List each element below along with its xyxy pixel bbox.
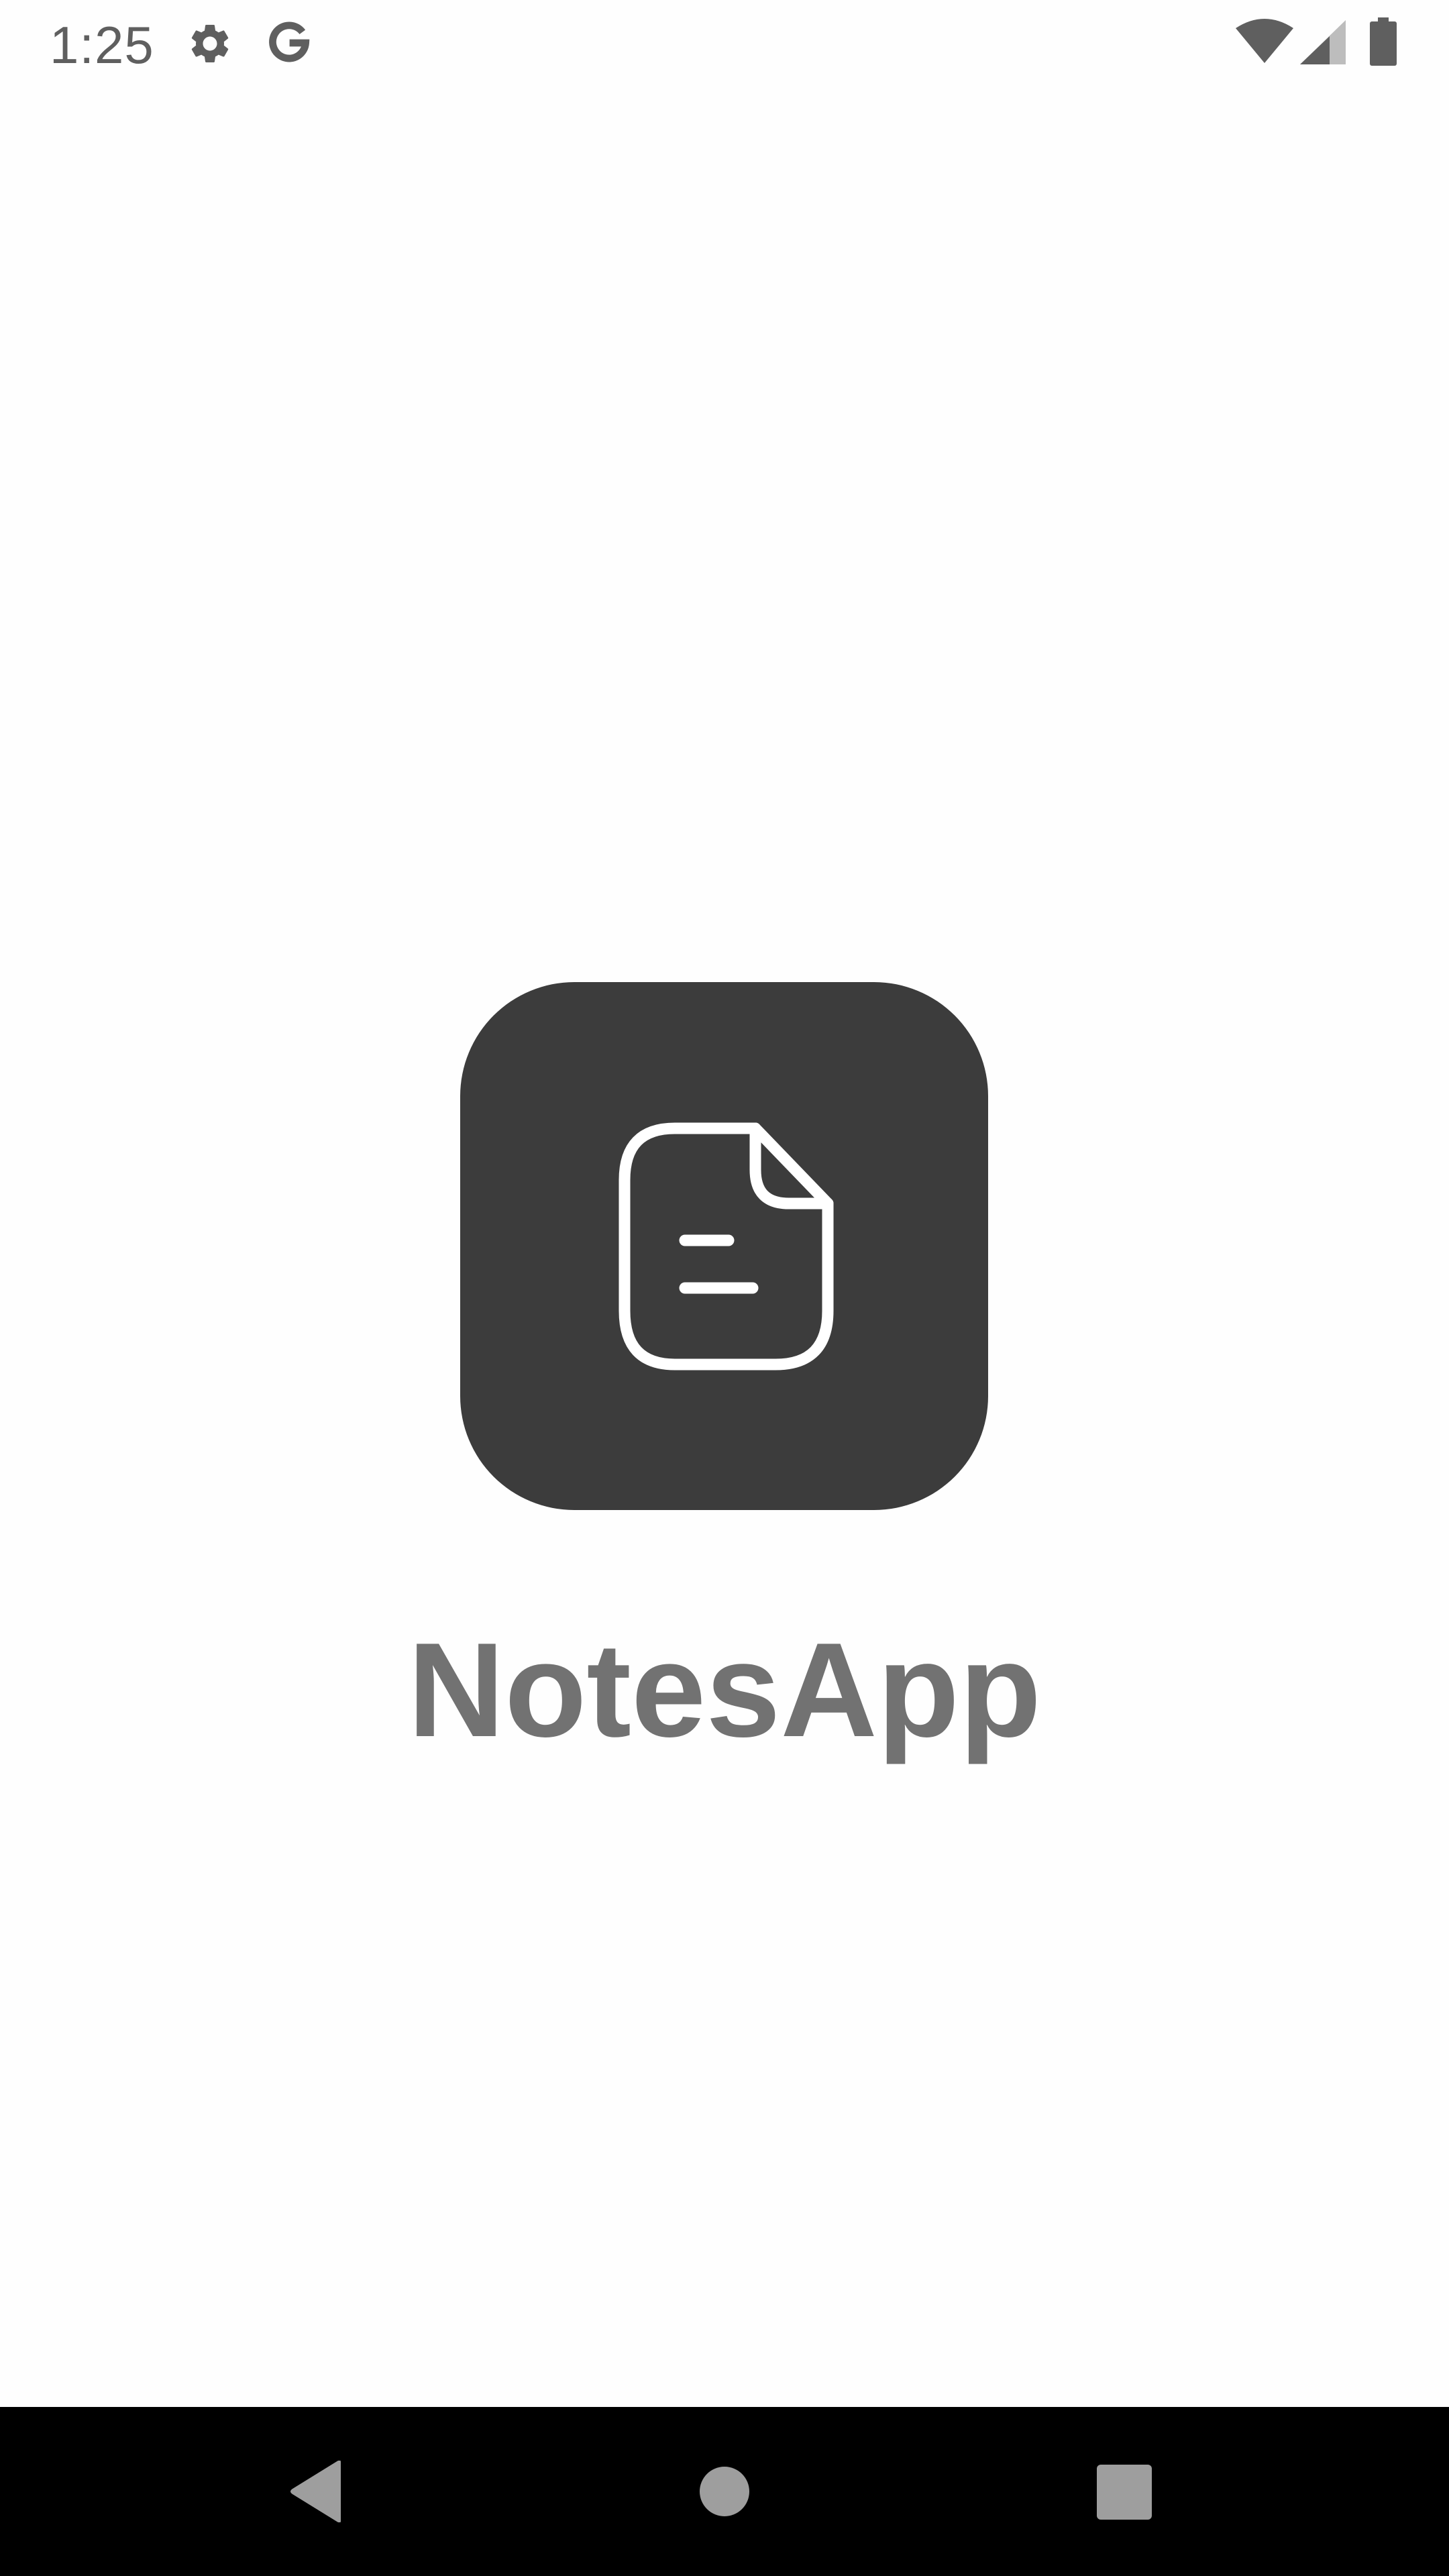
cellular-signal-icon [1300, 20, 1346, 64]
status-bar: 1:25 [0, 0, 1449, 84]
back-button[interactable] [288, 2461, 345, 2522]
home-button[interactable] [699, 2466, 750, 2517]
app-logo [460, 982, 988, 1510]
gear-icon [186, 20, 233, 67]
battery-icon [1370, 17, 1397, 66]
navigation-bar [0, 2407, 1449, 2576]
status-time: 1:25 [50, 15, 154, 74]
recents-button[interactable] [1097, 2465, 1152, 2520]
google-g-icon [265, 19, 313, 67]
app-name: NotesApp [407, 1615, 1042, 1765]
wifi-icon [1234, 19, 1295, 63]
